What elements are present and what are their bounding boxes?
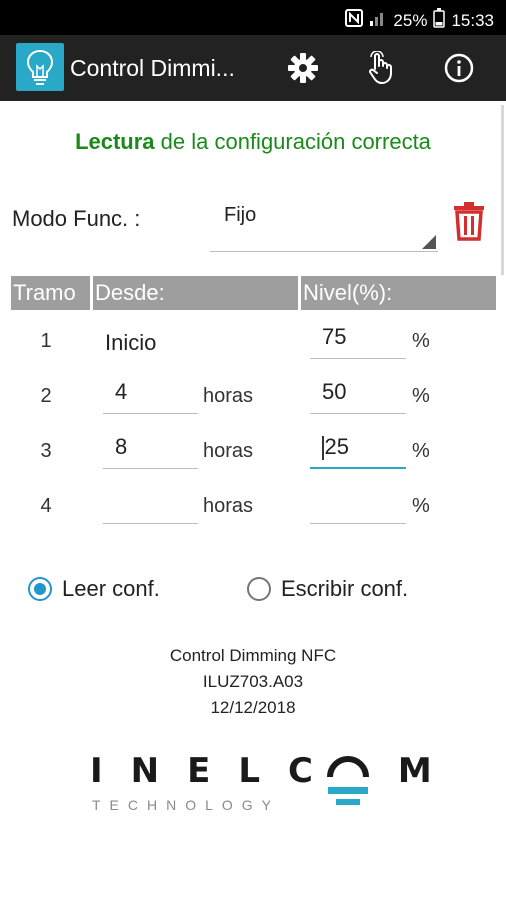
hand-pointer-icon <box>369 51 392 84</box>
status-icons: 25% 15:33 <box>345 8 494 33</box>
row-4-nivel-input[interactable] <box>310 484 406 524</box>
read-config-radio[interactable]: Leer conf. <box>28 576 160 602</box>
row-1-nivel-input[interactable]: 75 <box>310 319 406 359</box>
battery-icon <box>433 8 446 33</box>
read-config-label: Leer conf. <box>62 576 160 601</box>
row-3-desde-input[interactable]: 8 <box>103 429 198 469</box>
header-desde: Desde: <box>93 276 298 310</box>
brand-tagline: TECHNOLOGY <box>92 797 281 813</box>
delete-button[interactable] <box>452 201 486 241</box>
dropdown-arrow-icon <box>422 235 436 249</box>
row-4-desde-input[interactable] <box>103 484 198 524</box>
text-cursor <box>322 436 324 461</box>
trash-icon <box>454 202 484 241</box>
row-4-nivel-unit: % <box>412 495 430 517</box>
row-2-nivel-input[interactable]: 50 <box>310 374 406 414</box>
row-3-nivel-input[interactable]: 25 <box>310 429 406 469</box>
signal-icon <box>369 10 387 31</box>
row-3-desde-unit: horas <box>203 440 254 462</box>
main-content: Lectura de la configuración correcta Mod… <box>0 101 506 900</box>
status-message: Lectura de la configuración correcta <box>0 129 506 155</box>
header-tramo: Tramo <box>11 276 90 310</box>
app-bar: Control Dimmi... <box>0 35 506 101</box>
touch-button[interactable] <box>363 50 399 86</box>
row-3-number: 3 <box>40 440 52 462</box>
brand-o-mark-icon <box>327 756 369 805</box>
footer-version: ILUZ703.A03 <box>202 672 304 691</box>
row-4-number: 4 <box>40 495 52 517</box>
app-title: Control Dimmi... <box>70 55 235 81</box>
battery-percentage: 25% <box>393 10 428 30</box>
nfc-icon <box>345 9 364 32</box>
row-1-desde: Inicio <box>105 330 157 355</box>
clock: 15:33 <box>451 10 494 30</box>
inelcom-logo: INELCOM TECHNOLOGY <box>90 751 432 831</box>
footer-app-name: Control Dimming NFC <box>169 646 337 665</box>
row-2-desde-input[interactable]: 4 <box>103 374 198 414</box>
row-4-desde-unit: horas <box>203 495 254 517</box>
mode-dropdown-value: Fijo <box>224 204 257 226</box>
row-2-nivel-unit: % <box>412 385 430 407</box>
status-message-bold: Lectura <box>75 129 155 154</box>
write-config-radio[interactable]: Escribir conf. <box>247 576 408 602</box>
radio-unchecked-icon <box>247 577 271 601</box>
status-message-text: de la configuración correcta <box>154 129 431 154</box>
footer-date: 12/12/2018 <box>210 698 296 717</box>
gear-icon <box>288 53 318 83</box>
lightbulb-icon <box>16 43 64 91</box>
info-icon <box>444 53 474 83</box>
row-3-nivel-value: 25 <box>324 434 349 459</box>
mode-dropdown[interactable]: Fijo <box>210 196 438 252</box>
write-config-label: Escribir conf. <box>281 576 409 601</box>
row-2-number: 2 <box>40 385 52 407</box>
status-bar: 25% 15:33 <box>0 0 506 35</box>
row-1-number: 1 <box>40 330 52 352</box>
radio-checked-icon <box>28 577 52 601</box>
row-1-nivel-unit: % <box>412 330 430 352</box>
header-nivel: Nivel(%): <box>301 276 496 310</box>
row-3-nivel-unit: % <box>412 440 430 462</box>
about-button[interactable] <box>441 50 477 86</box>
brand-name: INELCOM <box>90 751 460 791</box>
settings-button[interactable] <box>285 50 321 86</box>
mode-label: Modo Func. : <box>12 206 141 231</box>
row-2-desde-unit: horas <box>203 385 254 407</box>
